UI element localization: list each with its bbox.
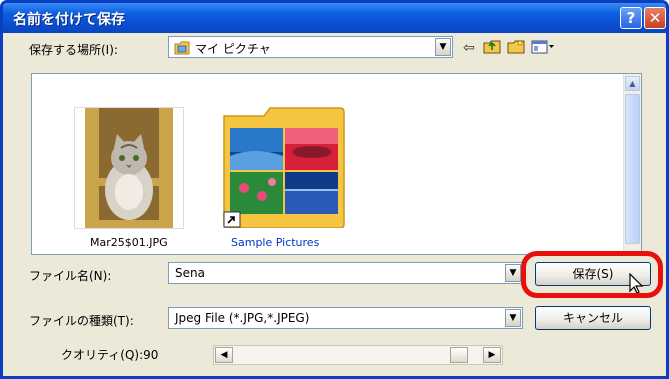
file-list-view[interactable]: Mar25$01.JPG Sample Pictures ▲ — [31, 73, 642, 255]
new-folder-icon[interactable] — [507, 39, 525, 57]
filename-input[interactable]: Sena ▼ — [168, 262, 523, 284]
filetype-dropdown-button[interactable]: ▼ — [505, 309, 521, 327]
location-value: マイ ピクチャ — [195, 42, 271, 56]
filename-value: Sena — [175, 266, 205, 280]
folder-name-sample-pictures: Sample Pictures — [231, 236, 320, 249]
vertical-scrollbar[interactable]: ▲ — [623, 74, 641, 254]
my-pictures-folder-icon — [174, 40, 190, 59]
window-title: 名前を付けて保存 — [13, 12, 125, 28]
help-button[interactable]: ? — [620, 7, 642, 29]
quality-thumb[interactable] — [450, 347, 468, 363]
filetype-label: ファイルの種類(T): — [29, 314, 134, 328]
cancel-button-label: キャンセル — [562, 311, 623, 325]
location-dropdown-button[interactable]: ▼ — [435, 38, 451, 56]
location-label: 保存する場所(I): — [29, 43, 118, 57]
view-menu-icon[interactable] — [531, 39, 555, 57]
highlight-circle — [521, 251, 663, 298]
folder-item-sample-pictures[interactable] — [222, 106, 346, 229]
filename-label: ファイル名(N): — [29, 269, 112, 283]
save-as-dialog: 名前を付けて保存 ? ✕ 保存する場所(I): マイ ピクチャ ▼ ⇦ Mar2… — [0, 0, 669, 379]
cancel-button[interactable]: キャンセル — [535, 306, 651, 330]
quality-increase-button[interactable]: ▶ — [483, 347, 501, 363]
filetype-select[interactable]: Jpeg File (*.JPG,*.JPEG) ▼ — [168, 307, 523, 329]
file-item-mar25[interactable] — [74, 107, 184, 229]
location-combo[interactable]: マイ ピクチャ ▼ — [168, 36, 453, 58]
filetype-value: Jpeg File (*.JPG,*.JPEG) — [175, 311, 310, 325]
filename-dropdown-button[interactable]: ▼ — [505, 264, 521, 282]
title-bar[interactable]: 名前を付けて保存 ? ✕ — [3, 3, 666, 33]
quality-decrease-button[interactable]: ◀ — [215, 347, 233, 363]
back-arrow-icon[interactable]: ⇦ — [463, 39, 475, 57]
vertical-scroll-thumb[interactable] — [625, 94, 640, 244]
sample-pictures-folder-icon — [223, 107, 345, 229]
quality-slider[interactable]: ◀ ▶ — [213, 345, 503, 365]
scroll-up-button[interactable]: ▲ — [625, 76, 640, 91]
quality-label: クオリティ(Q):90 — [61, 348, 159, 362]
up-folder-icon[interactable] — [483, 39, 501, 57]
file-name-mar25: Mar25$01.JPG — [90, 236, 168, 249]
close-button[interactable]: ✕ — [644, 7, 666, 29]
cat-photo-thumbnail — [85, 108, 173, 228]
